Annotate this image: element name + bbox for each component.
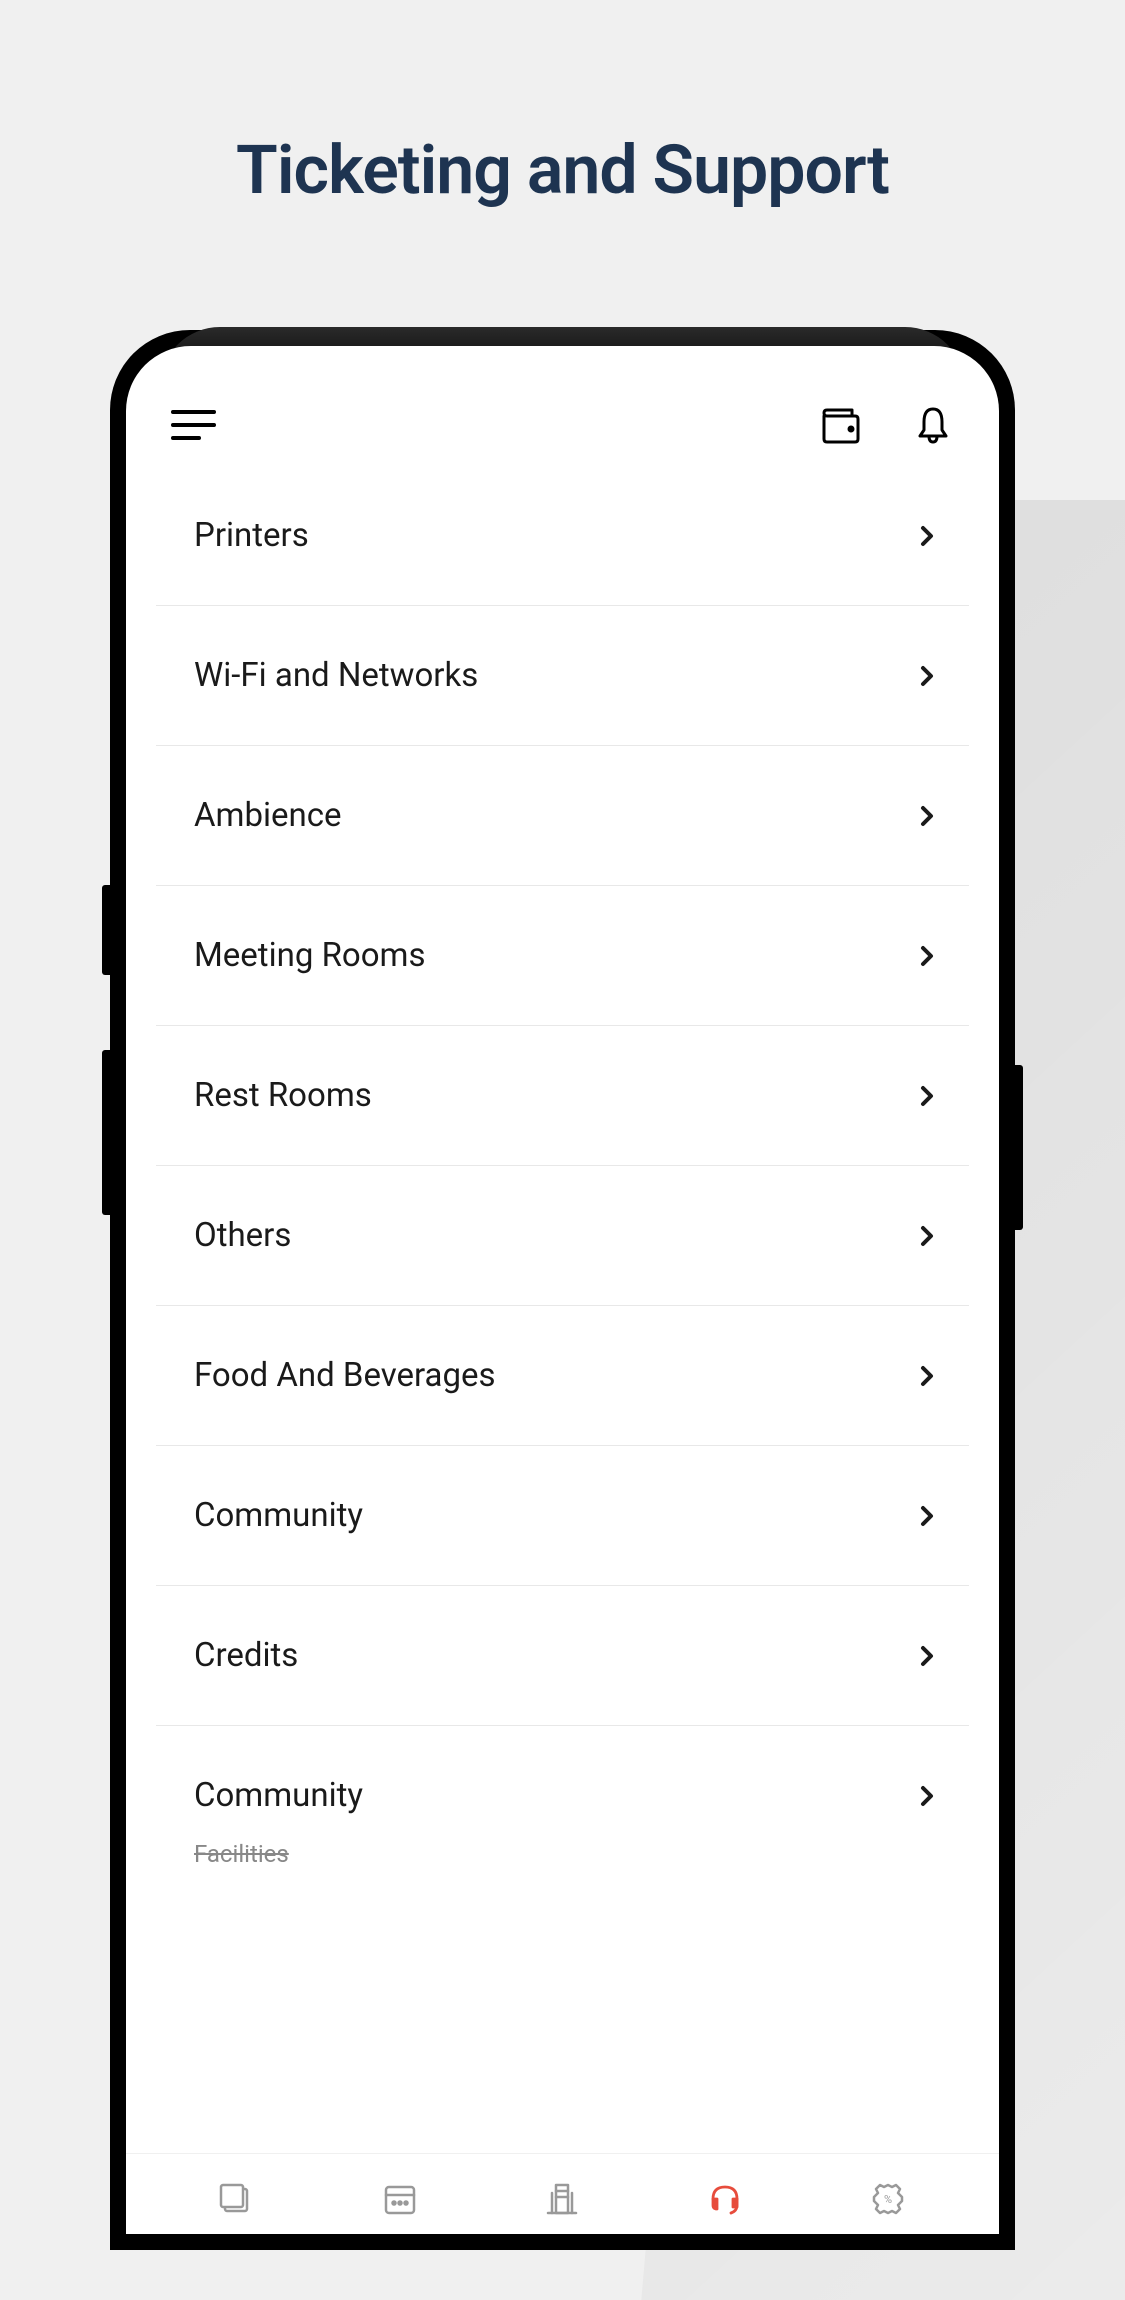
chevron-right-icon [915, 1504, 939, 1528]
category-label: Rest Rooms [194, 1076, 372, 1115]
category-sublabel: Facilities [194, 1840, 289, 1868]
app-header [126, 346, 999, 476]
category-label: Meeting Rooms [194, 936, 426, 975]
category-item-community[interactable]: Community [156, 1446, 969, 1586]
category-list: Printers Wi-Fi and Networks Ambience [126, 476, 999, 2153]
category-item-credits[interactable]: Credits [156, 1586, 969, 1726]
chevron-right-icon [915, 524, 939, 548]
category-item-ambience[interactable]: Ambience [156, 746, 969, 886]
phone-side-button [1015, 1065, 1023, 1230]
category-label: Wi-Fi and Networks [194, 656, 478, 695]
chevron-right-icon [915, 804, 939, 828]
nav-calendar-icon[interactable] [380, 2179, 420, 2219]
category-label: Ambience [194, 796, 342, 835]
category-label: Community [194, 1776, 363, 1815]
category-item-printers[interactable]: Printers [156, 476, 969, 606]
bottom-nav: % [126, 2153, 999, 2234]
wallet-icon[interactable] [820, 404, 862, 446]
menu-icon[interactable] [171, 408, 216, 443]
bell-icon[interactable] [912, 404, 954, 446]
category-label: Food And Beverages [194, 1356, 496, 1395]
chevron-right-icon [915, 1364, 939, 1388]
app-screen: Printers Wi-Fi and Networks Ambience [126, 346, 999, 2234]
phone-side-button [102, 1050, 110, 1215]
category-item-rest-rooms[interactable]: Rest Rooms [156, 1026, 969, 1166]
category-item-food-beverages[interactable]: Food And Beverages [156, 1306, 969, 1446]
phone-frame: Printers Wi-Fi and Networks Ambience [110, 330, 1015, 2250]
chevron-right-icon [915, 1224, 939, 1248]
category-label: Printers [194, 516, 309, 555]
phone-side-button [102, 885, 110, 975]
chevron-right-icon [915, 1784, 939, 1808]
nav-home-icon[interactable] [217, 2179, 257, 2219]
page-title: Ticketing and Support [0, 0, 1125, 210]
category-label: Credits [194, 1636, 298, 1675]
header-actions [820, 404, 954, 446]
chevron-right-icon [915, 1084, 939, 1108]
nav-settings-icon[interactable]: % [868, 2179, 908, 2219]
chevron-right-icon [915, 1644, 939, 1668]
chevron-right-icon [915, 664, 939, 688]
category-item-community-2[interactable]: Community Facilities [156, 1726, 969, 1865]
nav-support-icon[interactable] [705, 2179, 745, 2219]
category-label: Community [194, 1496, 363, 1535]
nav-building-icon[interactable] [542, 2179, 582, 2219]
chevron-right-icon [915, 944, 939, 968]
category-item-wifi[interactable]: Wi-Fi and Networks [156, 606, 969, 746]
category-item-meeting-rooms[interactable]: Meeting Rooms [156, 886, 969, 1026]
category-label: Others [194, 1216, 291, 1255]
category-item-others[interactable]: Others [156, 1166, 969, 1306]
svg-text:%: % [884, 2193, 892, 2206]
